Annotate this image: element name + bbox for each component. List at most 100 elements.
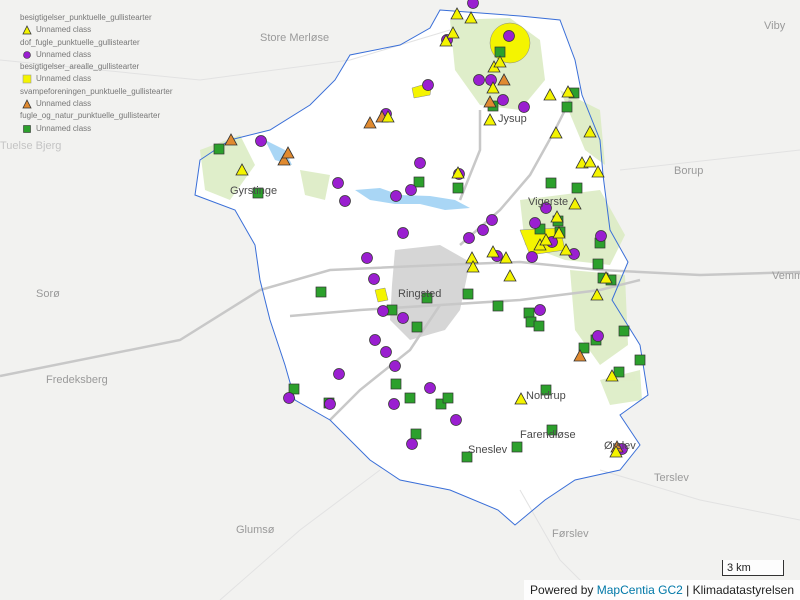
place-borup: Borup (674, 165, 704, 177)
bird-marker[interactable] (324, 398, 336, 410)
yellow-triangle-icon (22, 25, 32, 35)
bird-marker[interactable] (450, 414, 462, 426)
bird-marker[interactable] (486, 214, 498, 226)
legend-class-label: Unnamed class (36, 74, 92, 84)
attribution-link[interactable]: MapCentia GC2 (597, 583, 683, 597)
map-legend: besigtigelser_punktuelle_gullistearter U… (20, 12, 173, 135)
nature-marker[interactable] (533, 320, 545, 332)
nature-marker[interactable] (592, 258, 604, 270)
bird-marker[interactable] (389, 360, 401, 372)
bird-marker[interactable] (377, 305, 389, 317)
nature-marker[interactable] (315, 286, 327, 298)
attribution-suffix: | Klimadatastyrelsen (686, 583, 794, 597)
bird-marker[interactable] (463, 232, 475, 244)
place-nordrup: Nordrup (526, 390, 566, 402)
nature-marker[interactable] (404, 392, 416, 404)
legend-layer-title: dof_fugle_punktuelle_gullistearter (20, 37, 140, 47)
purple-circle-icon (23, 50, 31, 59)
bird-marker[interactable] (333, 368, 345, 380)
nature-marker[interactable] (545, 177, 557, 189)
nature-marker[interactable] (613, 366, 625, 378)
place-glumso: Glumsø (236, 524, 275, 536)
legend-class-label: Unnamed class (36, 123, 92, 133)
nature-marker[interactable] (561, 101, 573, 113)
bird-marker[interactable] (368, 273, 380, 285)
nature-marker[interactable] (411, 321, 423, 333)
bird-marker[interactable] (497, 94, 509, 106)
nature-marker[interactable] (492, 300, 504, 312)
place-forslev: Førslev (552, 528, 589, 540)
orange-triangle-icon (22, 99, 32, 109)
legend-layer-title: besigtigelser_arealle_gullistearter (20, 62, 140, 72)
bird-marker[interactable] (369, 334, 381, 346)
legend-entry: Unnamed class (20, 73, 173, 85)
bird-marker[interactable] (534, 304, 546, 316)
place-soro: Sorø (36, 288, 60, 300)
place-viby: Viby (764, 20, 786, 32)
legend-entry: Unnamed class (20, 49, 173, 61)
nature-marker[interactable] (511, 441, 523, 453)
attribution: Powered by MapCentia GC2 | Klimadatastyr… (524, 580, 800, 600)
place-sneslev: Sneslev (468, 444, 508, 456)
bird-marker[interactable] (390, 190, 402, 202)
legend-class-label: Unnamed class (36, 49, 92, 59)
legend-entry: Unnamed class (20, 98, 173, 110)
legend-class-label: Unnamed class (36, 99, 92, 109)
bird-marker[interactable] (406, 438, 418, 450)
nature-marker[interactable] (523, 307, 535, 319)
nature-marker[interactable] (390, 378, 402, 390)
place-farendlose: Farendløse (520, 429, 576, 441)
bird-marker[interactable] (255, 135, 267, 147)
bird-marker[interactable] (339, 195, 351, 207)
place-orslev: Ørslev (604, 440, 636, 452)
place-terslev: Terslev (654, 472, 689, 484)
place-tuelse: Tuelse Bjerg (0, 140, 62, 152)
nature-marker[interactable] (462, 288, 474, 300)
bird-marker[interactable] (405, 184, 417, 196)
place-store-merlose: Store Merløse (260, 32, 330, 44)
bird-marker[interactable] (503, 30, 515, 42)
legend-layer-title: fugle_og_natur_punktuelle_gullistearter (20, 111, 161, 121)
legend-class-label: Unnamed class (36, 25, 92, 35)
bird-marker[interactable] (529, 217, 541, 229)
green-square-icon (23, 124, 31, 133)
place-vigersted: Vigerste (528, 196, 569, 208)
bird-marker[interactable] (518, 101, 530, 113)
attribution-prefix: Powered by (530, 583, 594, 597)
yellow-square-icon (22, 75, 32, 84)
bird-marker[interactable] (397, 312, 409, 324)
legend-entry: Unnamed class (20, 123, 173, 135)
bird-marker[interactable] (485, 74, 497, 86)
bird-marker[interactable] (422, 79, 434, 91)
bird-marker[interactable] (592, 330, 604, 342)
bird-marker[interactable] (380, 346, 392, 358)
nature-marker[interactable] (634, 354, 646, 366)
legend-layer-title: svampeforeningen_punktuelle_gullistearte… (20, 86, 173, 96)
bird-marker[interactable] (332, 177, 344, 189)
bird-marker[interactable] (361, 252, 373, 264)
nature-marker[interactable] (410, 428, 422, 440)
legend-layer-title: besigtigelser_punktuelle_gullistearter (20, 13, 152, 22)
bird-marker[interactable] (477, 224, 489, 236)
nature-marker[interactable] (413, 176, 425, 188)
place-gyrstinge: Gyrstinge (230, 185, 278, 197)
place-vemm: Vemm (772, 270, 800, 282)
bird-marker[interactable] (473, 74, 485, 86)
nature-marker[interactable] (571, 182, 583, 194)
legend-entry: Unnamed class (20, 24, 173, 36)
bird-marker[interactable] (397, 227, 409, 239)
place-fredeksberg: Fredeksberg (46, 374, 108, 386)
bird-marker[interactable] (388, 398, 400, 410)
bird-marker[interactable] (595, 230, 607, 242)
place-jysup: Jysup (498, 113, 527, 125)
bird-marker[interactable] (414, 157, 426, 169)
nature-marker[interactable] (213, 143, 225, 155)
nature-marker[interactable] (452, 182, 464, 194)
bird-marker[interactable] (467, 0, 479, 9)
bird-marker[interactable] (526, 251, 538, 263)
place-ringsted: Ringsted (398, 288, 442, 300)
bird-marker[interactable] (283, 392, 295, 404)
nature-marker[interactable] (618, 325, 630, 337)
bird-marker[interactable] (424, 382, 436, 394)
nature-marker[interactable] (442, 392, 454, 404)
